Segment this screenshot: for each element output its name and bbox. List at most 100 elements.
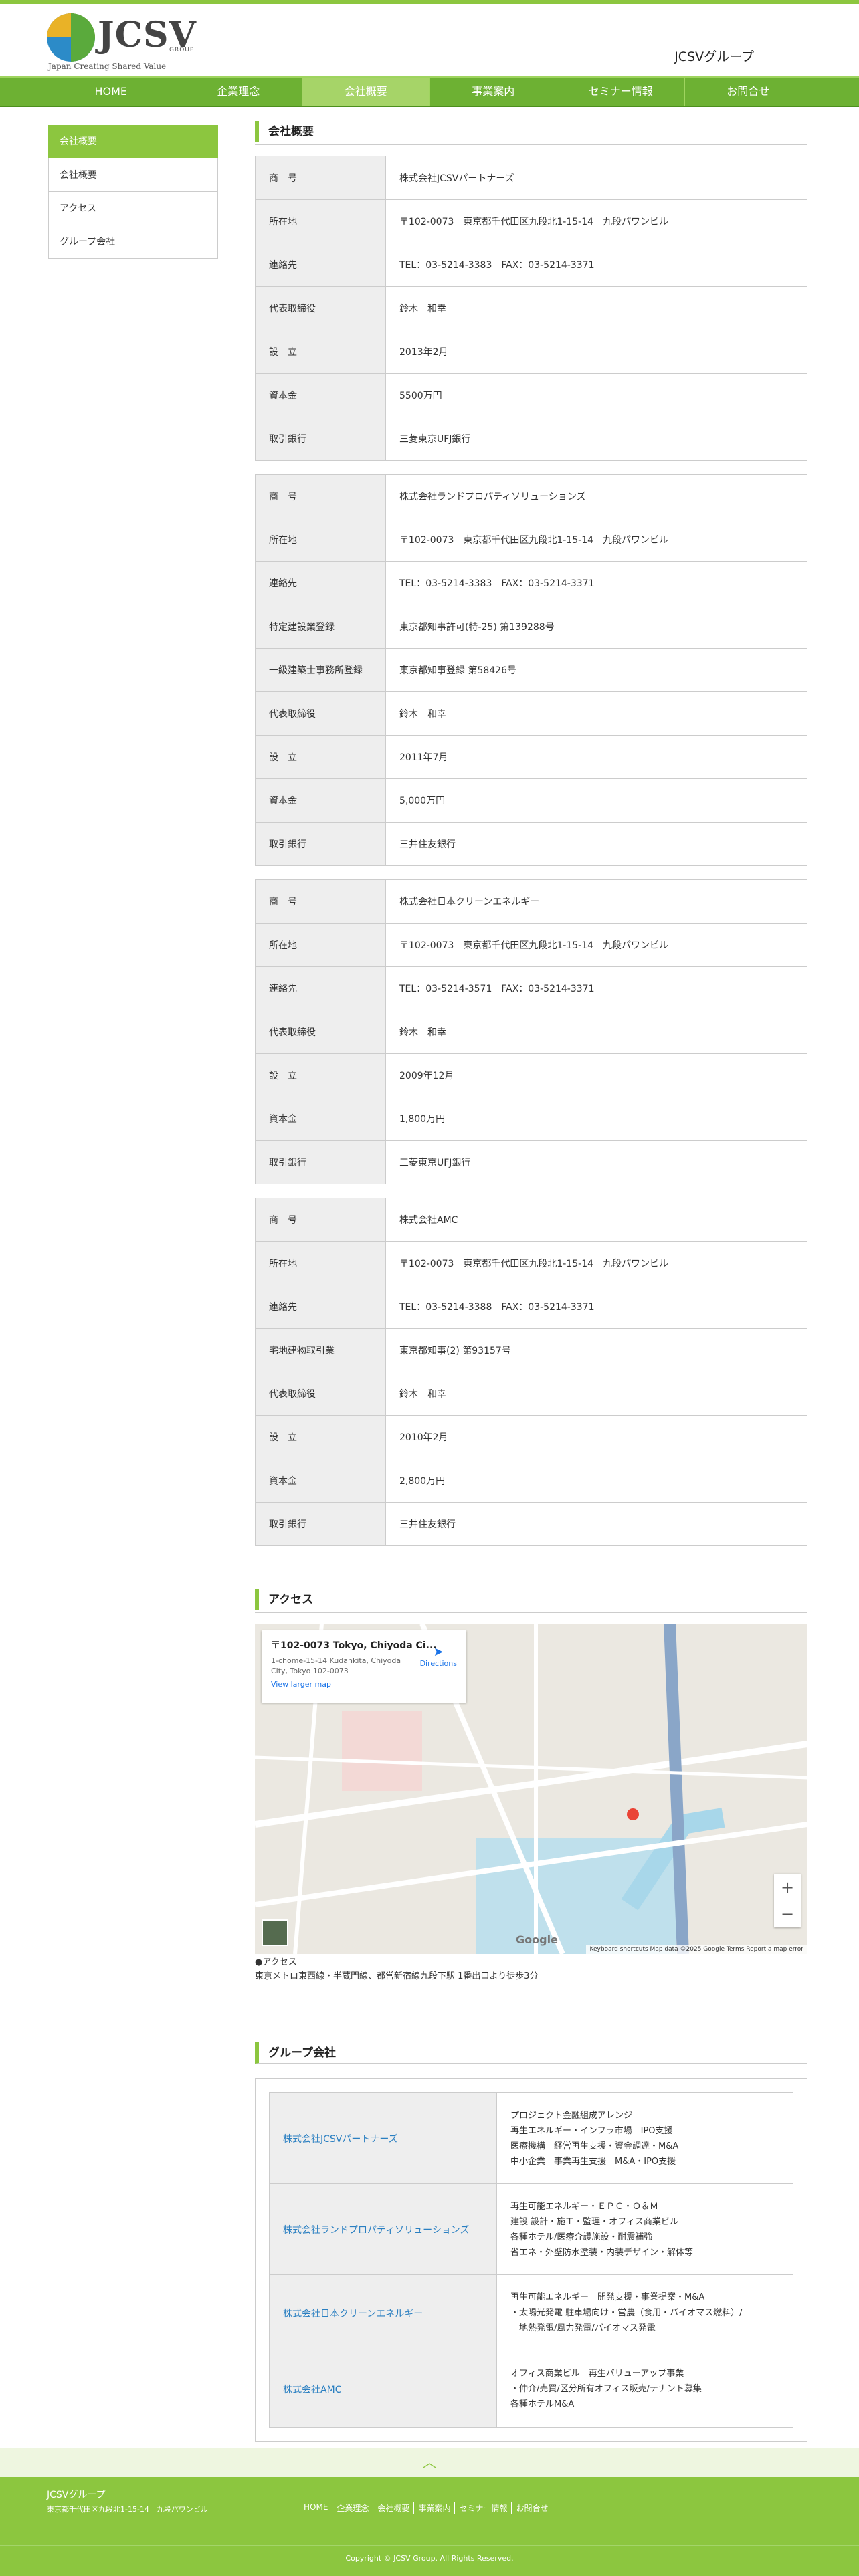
footer-link-business[interactable]: 事業案内 — [414, 2502, 456, 2514]
row-value: 鈴木 和幸 — [385, 286, 807, 330]
footer-link-home[interactable]: HOME — [300, 2502, 333, 2514]
site-footer: JCSVグループ 東京都千代田区九段北1-15-14 九段パワンビル HOME … — [0, 2477, 859, 2576]
table-row: 取引銀行 三菱東京UFJ銀行 — [255, 1140, 807, 1184]
row-key: 商 号 — [255, 156, 386, 200]
company-table: 商 号株式会社ランドプロパティソリューションズ 所在地 〒102-0073 東京都… — [255, 474, 807, 866]
copyright: Copyright © JCSV Group. All Rights Reser… — [0, 2545, 859, 2563]
sidebar-heading: 会社概要 — [48, 125, 218, 158]
site-header: JCSV GROUP Japan Creating Shared Value J… — [0, 4, 859, 76]
desc-line: 各種ホテル/医療介護施設・耐震補強 — [510, 2232, 653, 2242]
logo-tagline: Japan Creating Shared Value — [48, 62, 167, 71]
table-row: 資本金 1,800万円 — [255, 1097, 807, 1141]
table-row: 所在地 〒102-0073 東京都千代田区九段北1-15-14 九段パワンビル — [255, 923, 807, 967]
group-table: 株式会社JCSVパートナーズ プロジェクト金融組成アレンジ 再生エネルギー・イン… — [269, 2092, 793, 2428]
footer-address: 東京都千代田区九段北1-15-14 九段パワンビル — [47, 2505, 208, 2514]
row-value: 5,000万円 — [385, 778, 807, 823]
section-title-access: アクセス — [255, 1589, 807, 1613]
desc-line: 再生エネルギー・インフラ市場 IPO支援 — [510, 2125, 673, 2136]
nav-item-contact[interactable]: お問合せ — [685, 78, 812, 106]
table-row: 株式会社JCSVパートナーズ プロジェクト金融組成アレンジ 再生エネルギー・イン… — [269, 2092, 793, 2184]
footer-link-philosophy[interactable]: 企業理念 — [332, 2502, 374, 2514]
map-footer[interactable]: Keyboard shortcuts Map data ©2025 Google… — [585, 1945, 807, 1954]
row-value: 〒102-0073 東京都千代田区九段北1-15-14 九段パワンビル — [385, 923, 807, 967]
row-value: 2010年2月 — [385, 1415, 807, 1459]
zoom-out-button[interactable]: − — [774, 1901, 801, 1927]
nav-item-seminar[interactable]: セミナー情報 — [557, 78, 685, 106]
desc-line: 再生可能エネルギー・ＥＰＣ・Ｏ＆Ｍ — [510, 2201, 659, 2212]
row-value: TEL：03-5214-3383 FAX：03-5214-3371 — [385, 561, 807, 605]
row-value: 鈴木 和幸 — [385, 1372, 807, 1416]
nav-item-company[interactable]: 会社概要 — [302, 78, 430, 106]
table-row: 設 立 2013年2月 — [255, 330, 807, 374]
group-company-link[interactable]: 株式会社ランドプロパティソリューションズ — [269, 2183, 497, 2275]
desc-line: ・太陽光発電 駐車場向け・営農（食用・バイオマス燃料）/ — [510, 2308, 743, 2318]
footer-link-company[interactable]: 会社概要 — [373, 2502, 415, 2514]
table-row: 設 立 2009年12月 — [255, 1053, 807, 1097]
row-key: 一級建築士事務所登録 — [255, 648, 386, 692]
table-row: 商 号株式会社ランドプロパティソリューションズ — [255, 474, 807, 518]
table-row: 設 立 2011年7月 — [255, 735, 807, 779]
footer-link-seminar[interactable]: セミナー情報 — [455, 2502, 512, 2514]
row-value: 〒102-0073 東京都千代田区九段北1-15-14 九段パワンビル — [385, 199, 807, 243]
table-row: 資本金 5500万円 — [255, 373, 807, 417]
access-description: ●アクセス 東京メトロ東西線・半蔵門線、都営新宿線九段下駅 1番出口より徒歩3分 — [255, 1955, 538, 1983]
chevron-up-icon: ︿ — [423, 2454, 436, 2470]
footer-link-contact[interactable]: お問合せ — [512, 2502, 552, 2514]
table-row: 連絡先 TEL：03-5214-3388 FAX：03-5214-3371 — [255, 1285, 807, 1329]
group-box: 株式会社JCSVパートナーズ プロジェクト金融組成アレンジ 再生エネルギー・イン… — [255, 2078, 807, 2442]
group-company-link[interactable]: 株式会社AMC — [269, 2351, 497, 2428]
sidebar-item-group[interactable]: グループ会社 — [48, 225, 218, 259]
row-key: 連絡先 — [255, 966, 386, 1010]
directions-button[interactable]: ➤ Directions — [420, 1645, 457, 1668]
row-key: 設 立 — [255, 735, 386, 779]
sidebar-item-company[interactable]: 会社概要 — [48, 158, 218, 192]
table-row: 取引銀行 三菱東京UFJ銀行 — [255, 417, 807, 461]
desc-line: 省エネ・外壁防水塗装・内装デザイン・解体等 — [510, 2247, 694, 2258]
row-value: TEL：03-5214-3388 FAX：03-5214-3371 — [385, 1285, 807, 1329]
row-value: 2013年2月 — [385, 330, 807, 374]
row-value: 三井住友銀行 — [399, 839, 456, 850]
desc-line: オフィス商業ビル 再生バリューアップ事業 — [510, 2369, 684, 2379]
group-company-link[interactable]: 株式会社日本クリーンエネルギー — [269, 2274, 497, 2351]
group-company-desc: 再生可能エネルギー 開発支援・事業提案・M&A ・太陽光発電 駐車場向け・営農（… — [496, 2274, 793, 2351]
zoom-in-button[interactable]: + — [774, 1874, 801, 1901]
satellite-toggle-button[interactable] — [262, 1919, 288, 1946]
access-heading: ●アクセス — [255, 1957, 297, 1967]
back-to-top-button[interactable]: ︿ — [0, 2448, 859, 2477]
row-value: 株式会社ランドプロパティソリューションズ — [385, 474, 807, 518]
company-table: 商 号株式会社日本クリーンエネルギー 所在地 〒102-0073 東京都千代田区九… — [255, 879, 807, 1184]
row-key: 宅地建物取引業 — [255, 1328, 386, 1372]
access-directions: 東京メトロ東西線・半蔵門線、都営新宿線九段下駅 1番出口より徒歩3分 — [255, 1971, 539, 1981]
group-company-desc: 再生可能エネルギー・ＥＰＣ・Ｏ＆Ｍ 建設 設計・施工・監理・オフィス商業ビル 各… — [496, 2183, 793, 2275]
site-logo[interactable]: JCSV GROUP Japan Creating Shared Value — [47, 11, 196, 72]
table-row: 代表取締役 鈴木 和幸 — [255, 286, 807, 330]
access-section: アクセス — [255, 1589, 807, 1613]
logo-group: GROUP — [169, 47, 195, 53]
table-row: 取引銀行 三井住友銀行 — [255, 1502, 807, 1546]
row-key: 所在地 — [255, 1241, 386, 1285]
row-value: 東京都知事登録 第58426号 — [385, 648, 807, 692]
table-row: 商 号株式会社AMC — [255, 1198, 807, 1242]
sidebar-item-access[interactable]: アクセス — [48, 192, 218, 225]
google-map[interactable]: 〒102-0073 Tokyo, Chiyoda Ci... 1-chōme-1… — [255, 1624, 807, 1954]
view-larger-map-link[interactable]: View larger map — [271, 1680, 457, 1689]
row-key: 設 立 — [255, 1053, 386, 1097]
nav-item-business[interactable]: 事業案内 — [430, 78, 557, 106]
row-value: 2011年7月 — [385, 735, 807, 779]
company-table: 商 号株式会社AMC 所在地 〒102-0073 東京都千代田区九段北1-15-1… — [255, 1198, 807, 1546]
group-section: グループ会社 株式会社JCSVパートナーズ プロジェクト金融組成アレンジ 再生エ… — [255, 2042, 807, 2442]
table-row: 株式会社ランドプロパティソリューションズ 再生可能エネルギー・ＥＰＣ・Ｏ＆Ｍ 建… — [269, 2183, 793, 2275]
row-value: 〒102-0073 東京都千代田区九段北1-15-14 九段パワンビル — [385, 518, 807, 562]
row-key: 商 号 — [255, 474, 386, 518]
table-row: 連絡先 TEL：03-5214-3383 FAX：03-5214-3371 — [255, 561, 807, 605]
nav-item-home[interactable]: HOME — [47, 78, 175, 106]
row-value: 1,800万円 — [385, 1097, 807, 1141]
row-key: 資本金 — [255, 778, 386, 823]
group-company-desc: プロジェクト金融組成アレンジ 再生エネルギー・インフラ市場 IPO支援 医療機構… — [496, 2092, 793, 2184]
row-key: 連絡先 — [255, 243, 386, 287]
group-company-link[interactable]: 株式会社JCSVパートナーズ — [269, 2092, 497, 2184]
nav-item-philosophy[interactable]: 企業理念 — [175, 78, 302, 106]
row-key: 取引銀行 — [255, 1502, 386, 1546]
row-value: 2009年12月 — [385, 1053, 807, 1097]
desc-line: 中小企業 事業再生支援 M&A・IPO支援 — [510, 2156, 676, 2167]
